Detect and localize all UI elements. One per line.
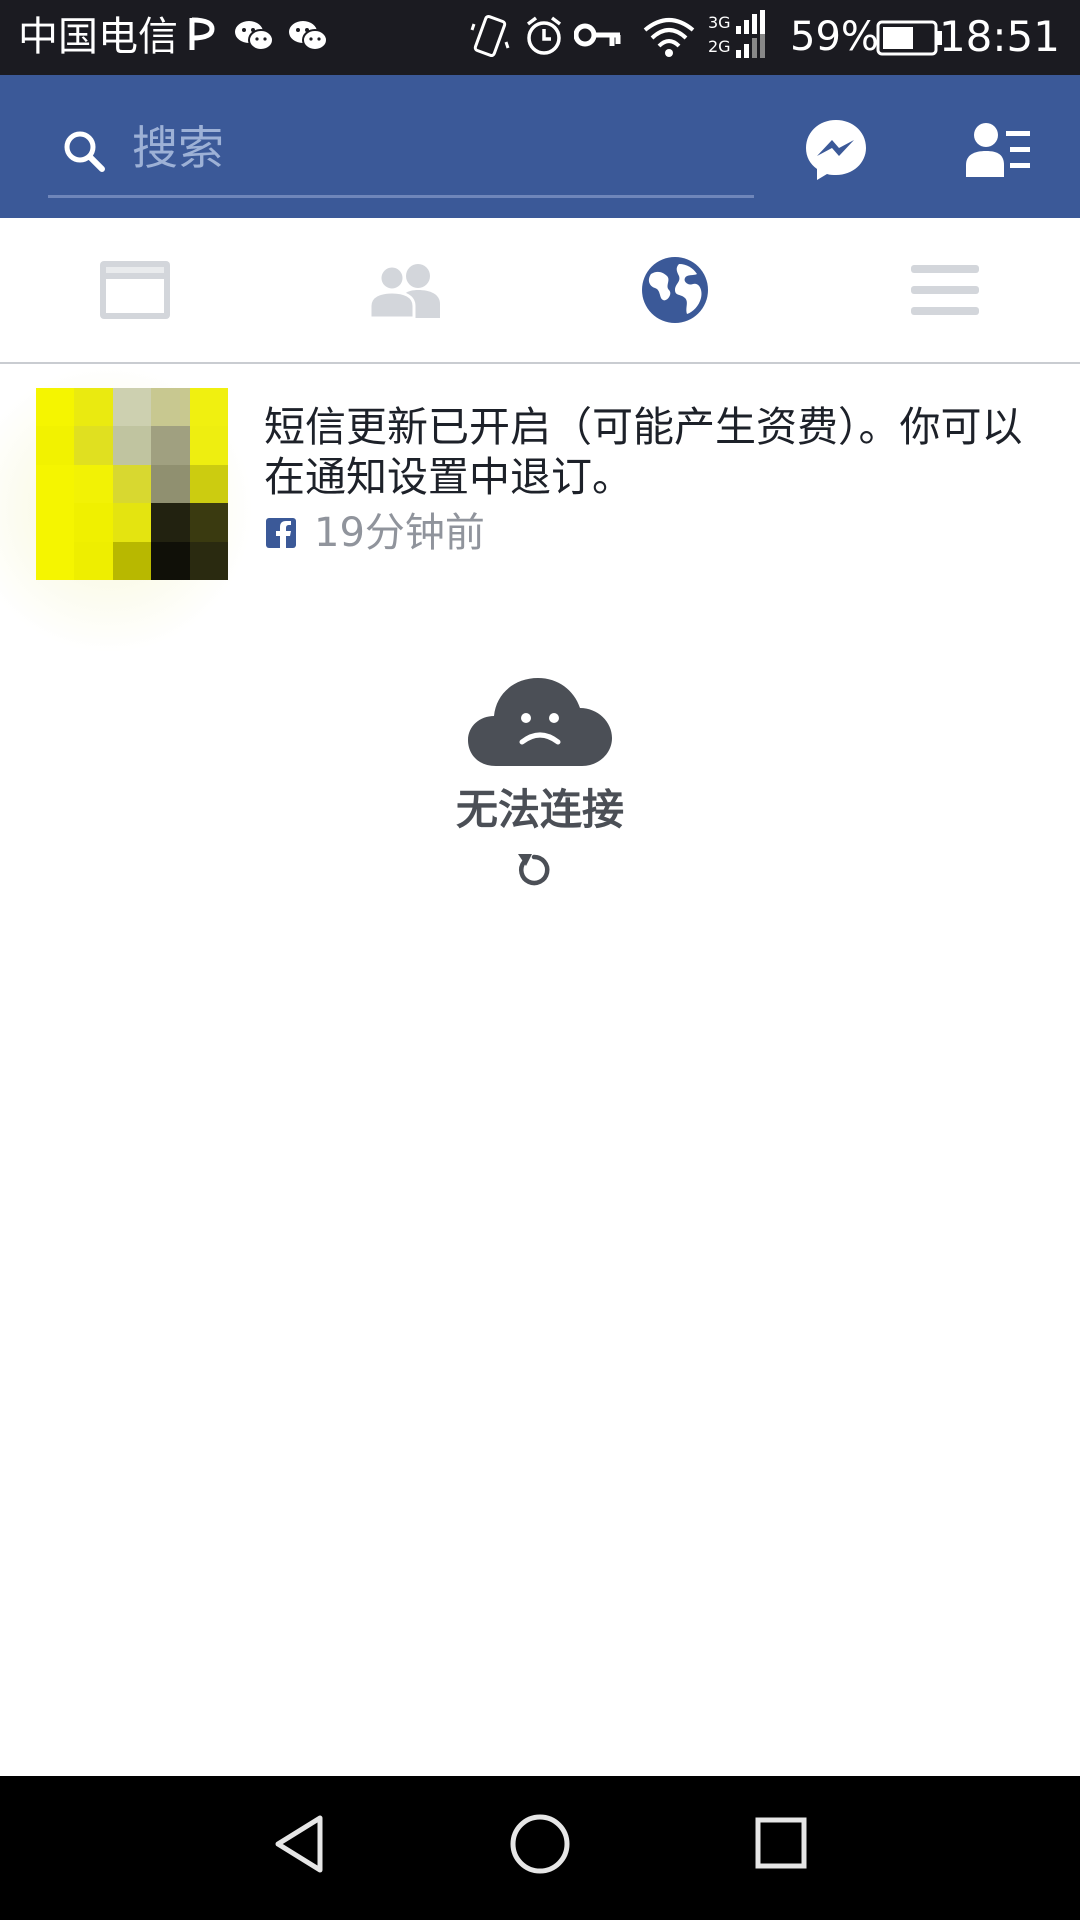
retry-button[interactable]	[512, 848, 556, 892]
tab-friends[interactable]	[270, 218, 540, 362]
tab-notifications[interactable]	[540, 218, 810, 362]
friend-requests-button[interactable]	[966, 121, 1032, 179]
error-message: 无法连接	[455, 785, 624, 834]
p-notification-icon	[186, 14, 216, 58]
search-icon	[60, 127, 108, 179]
facebook-icon	[266, 518, 296, 552]
clock: 18:51	[938, 12, 1060, 61]
friends-icon	[368, 264, 440, 318]
tab-news-feed[interactable]	[0, 218, 270, 362]
messenger-icon	[806, 120, 866, 180]
battery-percent: 59%	[790, 14, 879, 60]
search-placeholder: 搜索	[132, 121, 224, 175]
recents-button[interactable]	[752, 1812, 810, 1880]
notification-text: 短信更新已开启（可能产生资费）。你可以在通知设置中退订。	[264, 403, 1023, 501]
friend-requests-icon	[966, 123, 1030, 177]
wechat-icon	[288, 18, 328, 58]
svg-text:3G: 3G	[708, 13, 731, 32]
status-bar: 中国电信 3G 2G 59% 18:51	[0, 0, 1080, 75]
vpn-key-icon	[573, 20, 622, 58]
back-button[interactable]	[272, 1812, 326, 1880]
home-button[interactable]	[508, 1812, 572, 1880]
menu-icon	[911, 265, 979, 315]
carrier-label: 中国电信	[18, 14, 178, 60]
vibrate-icon	[470, 14, 510, 62]
alarm-icon	[524, 14, 564, 62]
back-icon	[275, 1815, 323, 1873]
header-bar: 搜索	[0, 75, 1080, 218]
wifi-icon	[642, 14, 696, 62]
screen: 中国电信 3G 2G 59% 18:51 搜索 短信更新已开启（可能产生资费）。…	[0, 0, 1080, 1920]
messenger-button[interactable]	[804, 118, 868, 182]
tab-bar	[0, 218, 1080, 364]
tab-menu[interactable]	[810, 218, 1080, 362]
globe-icon	[642, 257, 708, 323]
search-input[interactable]: 搜索	[48, 113, 754, 198]
battery-icon	[876, 20, 944, 60]
avatar-pixelated	[36, 388, 228, 580]
avatar	[36, 388, 228, 580]
notification-item[interactable]: 短信更新已开启（可能产生资费）。你可以在通知设置中退订。 19分钟前	[0, 364, 1080, 654]
refresh-icon	[518, 854, 550, 886]
news-feed-icon	[100, 261, 170, 319]
home-icon	[510, 1814, 570, 1874]
wechat-icon	[234, 18, 274, 58]
system-nav-bar	[0, 1776, 1080, 1920]
notification-time: 19分钟前	[314, 510, 485, 556]
sad-cloud-icon	[466, 672, 614, 772]
svg-text:2G: 2G	[708, 37, 731, 56]
signal-icon: 3G 2G	[706, 10, 768, 66]
recents-icon	[755, 1817, 807, 1869]
